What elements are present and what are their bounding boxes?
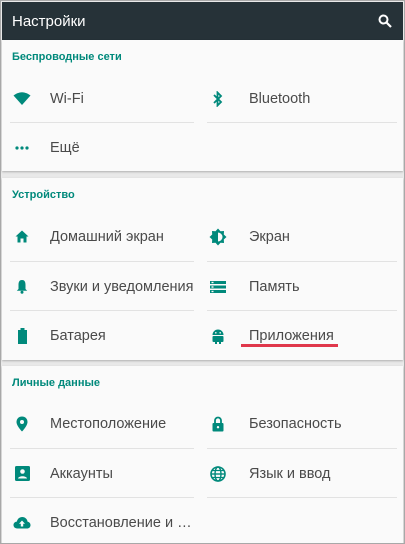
settings-item-display[interactable]: Экран	[205, 212, 403, 261]
lock-icon	[205, 416, 231, 432]
more-icon	[4, 145, 40, 150]
settings-item-bluetooth[interactable]: Bluetooth	[205, 74, 403, 123]
bluetooth-icon	[205, 90, 231, 107]
section-title-device: Устройство	[12, 189, 75, 201]
settings-screen: Настройки Беспроводные сети Wi-Fi Blueto…	[0, 0, 405, 544]
storage-icon	[205, 280, 231, 293]
settings-item-label: Ещё	[50, 139, 80, 156]
settings-item-apps[interactable]: Приложения	[205, 311, 403, 360]
settings-item-battery[interactable]: Батарея	[2, 311, 194, 360]
settings-item-label: Звуки и уведомления	[50, 278, 194, 295]
settings-item-label: Приложения	[249, 327, 334, 344]
globe-icon	[205, 465, 231, 482]
page-title: Настройки	[12, 12, 86, 30]
highlight-underline	[241, 344, 338, 347]
section-title-wireless: Беспроводные сети	[12, 51, 122, 63]
settings-item-sound[interactable]: Звуки и уведомления	[2, 262, 194, 311]
settings-item-storage[interactable]: Память	[205, 262, 403, 311]
settings-item-accounts[interactable]: Аккаунты	[2, 449, 194, 498]
wifi-icon	[4, 91, 40, 106]
battery-icon	[4, 327, 40, 344]
settings-item-label: Язык и ввод	[249, 465, 331, 482]
location-pin-icon	[4, 416, 40, 432]
settings-item-label: Экран	[249, 228, 290, 245]
settings-item-label: Память	[249, 278, 300, 295]
settings-item-more[interactable]: Ещё	[2, 123, 194, 172]
settings-item-label: Безопасность	[249, 415, 342, 432]
search-icon[interactable]	[375, 11, 395, 31]
settings-item-location[interactable]: Местоположение	[2, 399, 194, 448]
settings-item-backup[interactable]: Восстановление и сброс	[2, 498, 194, 543]
app-bar: Настройки	[2, 2, 403, 40]
settings-item-language[interactable]: Язык и ввод	[205, 449, 403, 498]
settings-item-home-screen[interactable]: Домашний экран	[2, 212, 194, 261]
home-icon	[4, 230, 40, 243]
cloud-upload-icon	[4, 516, 40, 529]
divider	[207, 122, 397, 123]
bell-icon	[4, 279, 40, 294]
settings-item-label: Wi-Fi	[50, 90, 84, 107]
settings-item-label: Домашний экран	[50, 228, 164, 245]
divider	[207, 497, 397, 498]
android-icon	[205, 328, 231, 344]
wireless-section: Беспроводные сети Wi-Fi Bluetooth Ещё	[2, 40, 403, 171]
settings-item-label: Местоположение	[50, 415, 167, 432]
section-title-personal: Личные данные	[12, 377, 100, 389]
device-section: Устройство Домашний экран Экран Звуки и …	[2, 178, 403, 360]
settings-item-label: Батарея	[50, 327, 106, 344]
settings-item-security[interactable]: Безопасность	[205, 399, 403, 448]
personal-section: Личные данные Местоположение Безопасност…	[2, 366, 403, 543]
account-icon	[4, 466, 40, 481]
settings-item-label: Восстановление и сброс	[50, 514, 194, 531]
settings-item-label: Bluetooth	[249, 90, 311, 107]
settings-item-label: Аккаунты	[50, 465, 113, 482]
brightness-icon	[205, 228, 231, 246]
settings-item-wifi[interactable]: Wi-Fi	[2, 74, 194, 123]
